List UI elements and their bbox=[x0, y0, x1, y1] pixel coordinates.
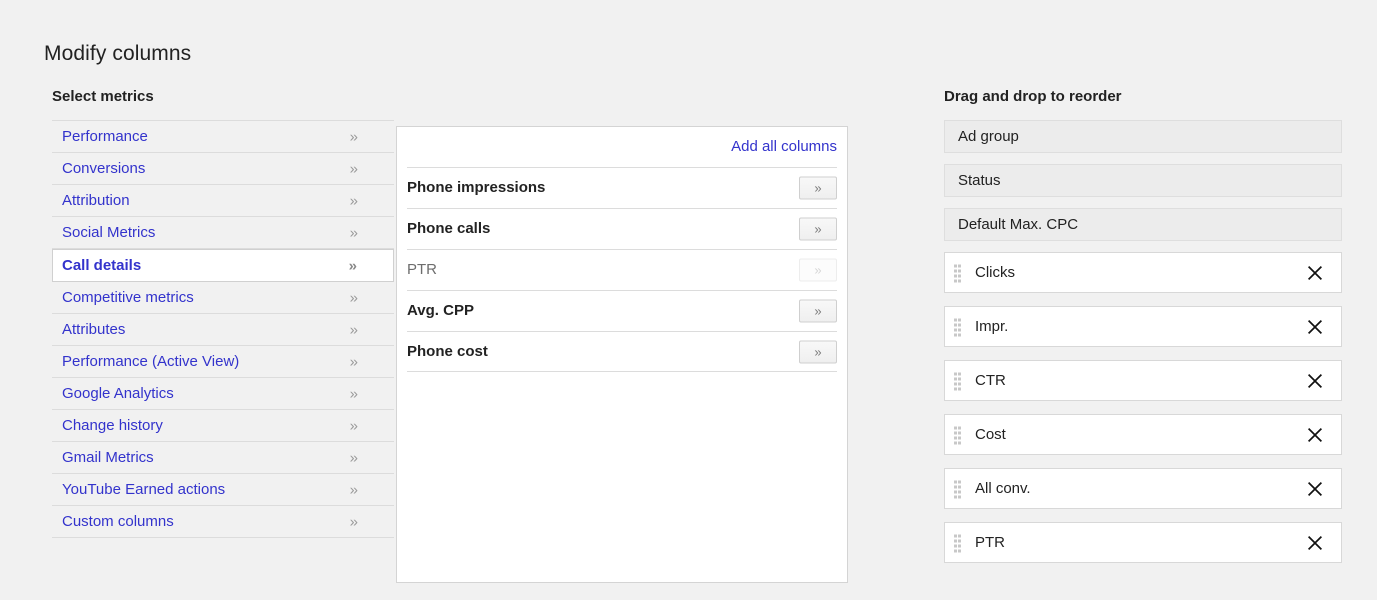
metric-category-label: Custom columns bbox=[52, 513, 174, 531]
metric-category-item[interactable]: Gmail Metrics » bbox=[52, 442, 394, 474]
remove-column-icon[interactable] bbox=[1305, 371, 1325, 391]
metric-category-label: Social Metrics bbox=[52, 224, 155, 242]
drag-handle-icon[interactable] bbox=[954, 372, 961, 389]
draggable-column-item[interactable]: Impr. bbox=[944, 306, 1342, 347]
metric-row: Phone cost » bbox=[407, 331, 837, 372]
add-metric-button: » bbox=[799, 259, 837, 282]
chevron-right-double-icon: » bbox=[350, 129, 358, 144]
drag-handle-icon[interactable] bbox=[954, 480, 961, 497]
metric-rows: Phone impressions»Phone calls»PTR»Avg. C… bbox=[397, 167, 847, 372]
selected-columns-list: Ad group Status Default Max. CPC Clicks Impr… bbox=[944, 120, 1342, 563]
select-metrics-heading: Select metrics bbox=[52, 88, 394, 106]
add-all-columns-link[interactable]: Add all columns bbox=[731, 138, 837, 156]
column-label: Status bbox=[945, 172, 1001, 190]
reorder-panel: Drag and drop to reorder Ad group Status D… bbox=[944, 88, 1342, 576]
remove-column-icon[interactable] bbox=[1305, 425, 1325, 445]
metric-row-label: Avg. CPP bbox=[407, 302, 474, 320]
metric-category-item[interactable]: Google Analytics » bbox=[52, 378, 394, 410]
drag-handle-icon[interactable] bbox=[954, 264, 961, 281]
chevron-right-double-icon: » bbox=[350, 514, 358, 529]
page-title: Modify columns bbox=[44, 40, 191, 68]
add-all-columns-row: Add all columns bbox=[397, 127, 847, 167]
metric-category-item[interactable]: YouTube Earned actions » bbox=[52, 474, 394, 506]
metric-category-item[interactable]: Custom columns » bbox=[52, 506, 394, 538]
drag-handle-icon[interactable] bbox=[954, 534, 961, 551]
metric-category-list: Performance»Conversions»Attribution»Soci… bbox=[52, 120, 394, 538]
metric-category-item[interactable]: Change history » bbox=[52, 410, 394, 442]
metric-category-item[interactable]: Attribution » bbox=[52, 185, 394, 217]
add-metric-button[interactable]: » bbox=[799, 177, 837, 200]
metric-category-label: Change history bbox=[52, 417, 163, 435]
remove-column-icon[interactable] bbox=[1305, 479, 1325, 499]
metric-category-label: Competitive metrics bbox=[52, 289, 194, 307]
metric-category-item[interactable]: Conversions » bbox=[52, 153, 394, 185]
fixed-column-item: Ad group bbox=[944, 120, 1342, 153]
draggable-column-item[interactable]: Clicks bbox=[944, 252, 1342, 293]
chevron-right-double-icon: » bbox=[349, 258, 357, 273]
metric-category-label: Attribution bbox=[52, 192, 130, 210]
metric-category-item[interactable]: Social Metrics » bbox=[52, 217, 394, 249]
chevron-right-double-icon: » bbox=[350, 290, 358, 305]
chevron-right-double-icon: » bbox=[350, 354, 358, 369]
chevron-right-double-icon: » bbox=[350, 322, 358, 337]
reorder-heading: Drag and drop to reorder bbox=[944, 88, 1342, 106]
metric-category-item[interactable]: Attributes » bbox=[52, 314, 394, 346]
add-metric-button[interactable]: » bbox=[799, 218, 837, 241]
chevron-right-double-icon: » bbox=[350, 161, 358, 176]
metric-row-label: Phone calls bbox=[407, 220, 490, 238]
chevron-right-double-icon: » bbox=[350, 418, 358, 433]
metric-row: PTR » bbox=[407, 249, 837, 290]
metric-row: Avg. CPP » bbox=[407, 290, 837, 331]
draggable-column-item[interactable]: CTR bbox=[944, 360, 1342, 401]
chevron-right-double-icon: » bbox=[350, 386, 358, 401]
chevron-right-double-icon: » bbox=[350, 450, 358, 465]
draggable-column-item[interactable]: Cost bbox=[944, 414, 1342, 455]
metric-category-item[interactable]: Call details » bbox=[52, 249, 394, 282]
metric-category-item[interactable]: Performance (Active View) » bbox=[52, 346, 394, 378]
drag-handle-icon[interactable] bbox=[954, 426, 961, 443]
draggable-column-item[interactable]: All conv. bbox=[944, 468, 1342, 509]
metric-row-label: Phone impressions bbox=[407, 179, 545, 197]
remove-column-icon[interactable] bbox=[1305, 263, 1325, 283]
metric-row: Phone calls » bbox=[407, 208, 837, 249]
metric-row-label: Phone cost bbox=[407, 343, 488, 361]
metric-row-label: PTR bbox=[407, 261, 437, 279]
add-metric-button[interactable]: » bbox=[799, 340, 837, 363]
select-metrics-panel: Select metrics Performance»Conversions»A… bbox=[52, 88, 394, 538]
column-label: Default Max. CPC bbox=[945, 216, 1078, 234]
chevron-right-double-icon: » bbox=[350, 193, 358, 208]
remove-column-icon[interactable] bbox=[1305, 533, 1325, 553]
chevron-right-double-icon: » bbox=[350, 225, 358, 240]
metric-category-label: Performance bbox=[52, 128, 148, 146]
chevron-right-double-icon: » bbox=[350, 482, 358, 497]
metric-category-label: Call details bbox=[53, 257, 141, 275]
metric-category-label: Gmail Metrics bbox=[52, 449, 154, 467]
metric-row: Phone impressions » bbox=[407, 167, 837, 208]
remove-column-icon[interactable] bbox=[1305, 317, 1325, 337]
draggable-column-item[interactable]: PTR bbox=[944, 522, 1342, 563]
column-label: Ad group bbox=[945, 128, 1019, 146]
metric-category-label: YouTube Earned actions bbox=[52, 481, 225, 499]
metrics-detail-panel: Add all columns Phone impressions»Phone … bbox=[396, 126, 848, 583]
metric-category-label: Performance (Active View) bbox=[52, 353, 239, 371]
add-metric-button[interactable]: » bbox=[799, 300, 837, 323]
fixed-column-item: Status bbox=[944, 164, 1342, 197]
metric-category-label: Attributes bbox=[52, 321, 125, 339]
metric-category-label: Conversions bbox=[52, 160, 145, 178]
fixed-column-item: Default Max. CPC bbox=[944, 208, 1342, 241]
metric-category-item[interactable]: Performance » bbox=[52, 121, 394, 153]
metric-category-item[interactable]: Competitive metrics » bbox=[52, 282, 394, 314]
drag-handle-icon[interactable] bbox=[954, 318, 961, 335]
metric-category-label: Google Analytics bbox=[52, 385, 174, 403]
